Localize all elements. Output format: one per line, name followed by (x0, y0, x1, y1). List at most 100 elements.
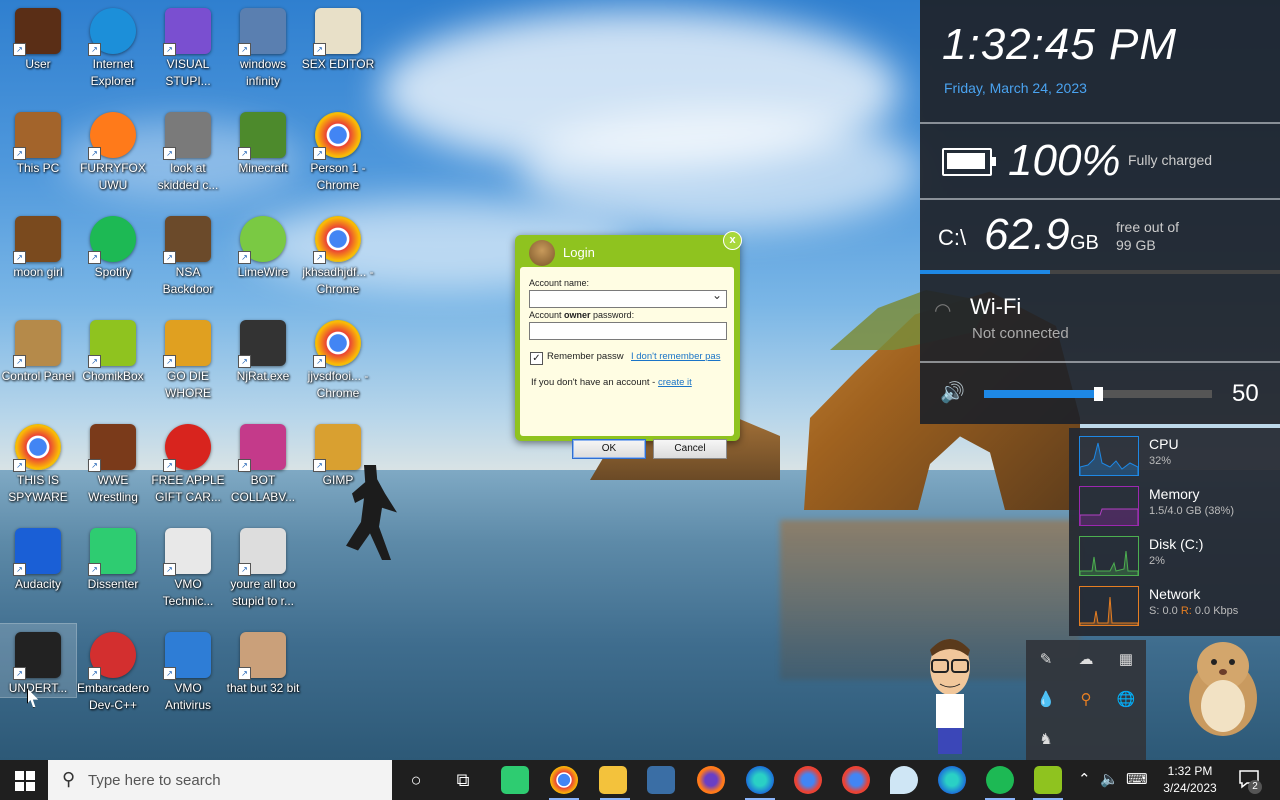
chrome-profile-taskbar-icon[interactable] (794, 766, 822, 794)
shortcut-arrow-icon: ↗ (13, 251, 26, 264)
task-view-icon[interactable]: ⧉ (447, 764, 479, 796)
globe-icon[interactable]: 🌐 (1116, 690, 1136, 710)
desktop-icon[interactable]: ↗ FURRYFOX UWU (75, 104, 151, 194)
desktop-icon-label: FURRYFOX UWU (80, 161, 146, 192)
dialog-title: Login (563, 245, 595, 260)
start-button[interactable] (0, 760, 48, 800)
pen-icon[interactable]: ✎ (1036, 650, 1056, 670)
desktop-icon[interactable]: ↗ User (0, 0, 76, 73)
shortcut-arrow-icon: ↗ (13, 563, 26, 576)
desktop-icon[interactable]: ↗ jjvsdfooi... - Chrome (300, 312, 376, 402)
shortcut-arrow-icon: ↗ (13, 43, 26, 56)
wifi-icon: ◠ (934, 300, 952, 322)
chrome-taskbar-icon[interactable] (550, 766, 578, 794)
shortcut-arrow-icon: ↗ (88, 251, 101, 264)
desktop-icon[interactable]: ↗ UNDERT... (0, 623, 77, 698)
shortcut-arrow-icon: ↗ (238, 563, 251, 576)
dissenter-taskbar-icon[interactable] (501, 766, 529, 794)
account-name-label: Account name: (529, 278, 590, 288)
account-name-combo[interactable] (529, 288, 727, 308)
shortcut-arrow-icon: ↗ (163, 147, 176, 160)
desktop-icon[interactable]: ↗ VISUAL STUPI... (150, 0, 226, 90)
desktop-icon-label: Dissenter (87, 577, 139, 591)
chomikbox-taskbar-icon[interactable] (1034, 766, 1062, 794)
desktop-icon[interactable]: ↗ Audacity (0, 520, 76, 593)
edge2-taskbar-icon[interactable] (938, 766, 966, 794)
spotify-taskbar-icon[interactable] (986, 766, 1014, 794)
cube-taskbar-icon[interactable] (647, 766, 675, 794)
remember-checkbox[interactable]: ✓ (530, 352, 543, 365)
devcpp-icon: ↗ (88, 632, 136, 680)
desktop-icon-label: Spotify (94, 265, 132, 279)
desktop-icon-label: Person 1 - Chrome (310, 161, 366, 192)
shortcut-arrow-icon: ↗ (313, 459, 326, 472)
spotify-icon: ↗ (88, 216, 136, 264)
desktop-icon-label: LimeWire (237, 265, 289, 279)
desktop-icon[interactable]: ↗ moon girl (0, 208, 76, 281)
desktop-icon[interactable]: ↗ look at skidded c... (150, 104, 226, 194)
file-explorer-icon[interactable] (599, 766, 627, 794)
search-box[interactable]: ⚲ Type here to search (48, 760, 392, 800)
desktop-icon[interactable]: ↗ THIS IS SPYWARE (0, 416, 76, 506)
app-tray-icon[interactable]: ▦ (1116, 650, 1136, 670)
cortana-icon[interactable]: ○ (400, 764, 432, 796)
drop-taskbar-icon[interactable] (890, 766, 918, 794)
desktop-icon[interactable]: ↗ windows infinity (225, 0, 301, 90)
volume-slider[interactable] (984, 387, 1212, 401)
desktop-icon[interactable]: ↗ Person 1 - Chrome (300, 104, 376, 194)
edge-icon: ↗ (88, 8, 136, 56)
desktop-icon[interactable]: ↗ This PC (0, 104, 76, 177)
desktop-icon-label: moon girl (13, 265, 63, 279)
desktop-icon[interactable]: ↗ NjRat.exe (225, 312, 301, 385)
edge-taskbar-icon[interactable] (746, 766, 774, 794)
cancel-button[interactable]: Cancel (653, 439, 727, 459)
desktop-icon[interactable]: ↗ ChomikBox (75, 312, 151, 385)
ok-button[interactable]: OK (572, 439, 646, 459)
desktop-icon[interactable]: ↗ Spotify (75, 208, 151, 281)
taskbar-clock[interactable]: 1:32 PM 3/24/2023 (1150, 763, 1230, 797)
chrome-profile2-taskbar-icon[interactable] (842, 766, 870, 794)
speaker-icon[interactable]: 🔊 (940, 380, 965, 405)
desktop-icon[interactable]: ↗ GO DIE WHORE (150, 312, 226, 402)
keyboard-icon[interactable]: ⌨ (1126, 770, 1148, 788)
drive-letter: C:\ (938, 225, 967, 250)
desktop-icon[interactable]: ↗ that but 32 bit (225, 624, 301, 697)
volume-muted-icon[interactable]: 🔈 (1100, 770, 1119, 788)
key-search-icon[interactable]: ⚲ (1076, 690, 1096, 710)
desktop-icon[interactable]: ↗ VMO Antivirus (150, 624, 226, 714)
shortcut-arrow-icon: ↗ (313, 43, 326, 56)
battery-icon (942, 148, 996, 176)
forgot-password-link[interactable]: I don't remember pas (631, 351, 720, 362)
unity-icon: ↗ (13, 632, 61, 680)
desktop-icon[interactable]: ↗ NSA Backdoor (150, 208, 226, 298)
shortcut-arrow-icon: ↗ (88, 459, 101, 472)
drop-icon[interactable]: 💧 (1036, 690, 1056, 710)
desktop-icon[interactable]: ↗ Embarcadero Dev-C++ (75, 624, 151, 714)
firefox-taskbar-icon[interactable] (697, 766, 725, 794)
password-field[interactable] (529, 322, 727, 340)
desktop-icon[interactable]: ↗ jkhsadhjdf... - Chrome (300, 208, 376, 298)
desktop-icon[interactable]: ↗ youre all too stupid to r... (225, 520, 301, 610)
desktop-icon[interactable]: ↗ FREE APPLE GIFT CAR... (150, 416, 226, 506)
perf-network: Network S: 0.0 R: 0.0 Kbps (1079, 586, 1279, 628)
desktop-icon[interactable]: ↗ Control Panel (0, 312, 76, 385)
desktop-icon[interactable]: ↗ Internet Explorer (75, 0, 151, 90)
chevron-up-icon[interactable]: ⌃ (1078, 770, 1091, 788)
close-icon[interactable]: x (723, 231, 742, 250)
create-account-link[interactable]: create it (658, 377, 692, 388)
volume-knob[interactable] (1094, 387, 1103, 401)
desktop-icon[interactable]: ↗ BOT COLLABV... (225, 416, 301, 506)
hamster-tray-icon[interactable]: ♞ (1036, 730, 1056, 750)
minecraft-icon: ↗ (238, 112, 286, 160)
desktop-icon-label: NSA Backdoor (162, 265, 214, 296)
desktop-icon[interactable]: ↗ SEX EDITOR (300, 0, 376, 73)
onedrive-off-icon[interactable]: ☁ (1076, 650, 1096, 670)
desktop-icon[interactable]: ↗ LimeWire (225, 208, 301, 281)
desktop-icon[interactable]: ↗ Dissenter (75, 520, 151, 593)
desktop-icon[interactable]: ↗ WWE Wrestling (75, 416, 151, 506)
desktop-icon[interactable]: ↗ Minecraft (225, 104, 301, 177)
desktop-icon[interactable]: ↗ VMO Technic... (150, 520, 226, 610)
portrait-icon: ↗ (238, 528, 286, 576)
desktop-icon-label: Embarcadero Dev-C++ (76, 681, 150, 712)
desktop-icon[interactable]: ↗ GIMP (300, 416, 376, 489)
